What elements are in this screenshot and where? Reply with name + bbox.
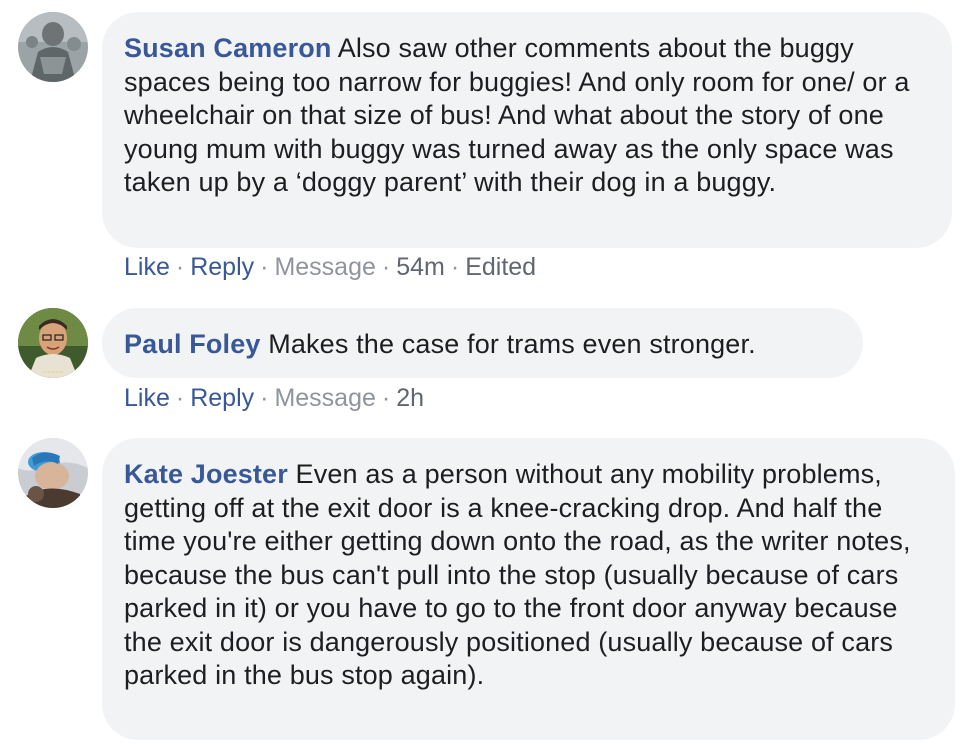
like-button[interactable]: Like bbox=[124, 253, 170, 281]
comment-bubble: Kate Joester Even as a person without an… bbox=[102, 438, 955, 740]
comment-author[interactable]: Susan Cameron bbox=[124, 33, 332, 63]
comment-bubble: Paul Foley Makes the case for trams even… bbox=[102, 308, 863, 378]
separator: · bbox=[381, 253, 391, 281]
comment-author[interactable]: Kate Joester bbox=[124, 459, 288, 489]
avatar-photo-icon bbox=[18, 438, 88, 508]
comment-bubble: Susan Cameron Also saw other comments ab… bbox=[102, 12, 952, 248]
svg-text:~~~~~: ~~~~~ bbox=[43, 370, 64, 376]
message-button[interactable]: Message bbox=[274, 384, 375, 412]
comment-actions: Like · Reply · Message · 54m · Edited bbox=[124, 252, 536, 282]
avatar-photo-icon bbox=[18, 12, 88, 82]
comment-text: Makes the case for trams even stronger. bbox=[268, 329, 756, 359]
comment-author[interactable]: Paul Foley bbox=[124, 329, 261, 359]
comment-text: Even as a person without any mobility pr… bbox=[124, 459, 911, 690]
comment-actions: Like · Reply · Message · 2h bbox=[124, 383, 424, 413]
separator: · bbox=[260, 253, 269, 281]
message-button[interactable]: Message bbox=[274, 253, 375, 281]
reply-button[interactable]: Reply bbox=[190, 253, 254, 281]
avatar-photo-icon: ~~~~~ bbox=[18, 308, 88, 378]
avatar[interactable]: ~~~~~ bbox=[18, 308, 88, 378]
timestamp[interactable]: 54m bbox=[396, 253, 445, 281]
separator: · bbox=[450, 253, 460, 281]
edited-label[interactable]: Edited bbox=[465, 253, 536, 281]
reply-button[interactable]: Reply bbox=[190, 384, 254, 412]
separator: · bbox=[175, 253, 185, 281]
timestamp[interactable]: 2h bbox=[396, 384, 424, 412]
separator: · bbox=[175, 384, 185, 412]
like-button[interactable]: Like bbox=[124, 384, 170, 412]
separator: · bbox=[260, 384, 269, 412]
separator: · bbox=[381, 384, 391, 412]
avatar[interactable] bbox=[18, 12, 88, 82]
avatar[interactable] bbox=[18, 438, 88, 508]
